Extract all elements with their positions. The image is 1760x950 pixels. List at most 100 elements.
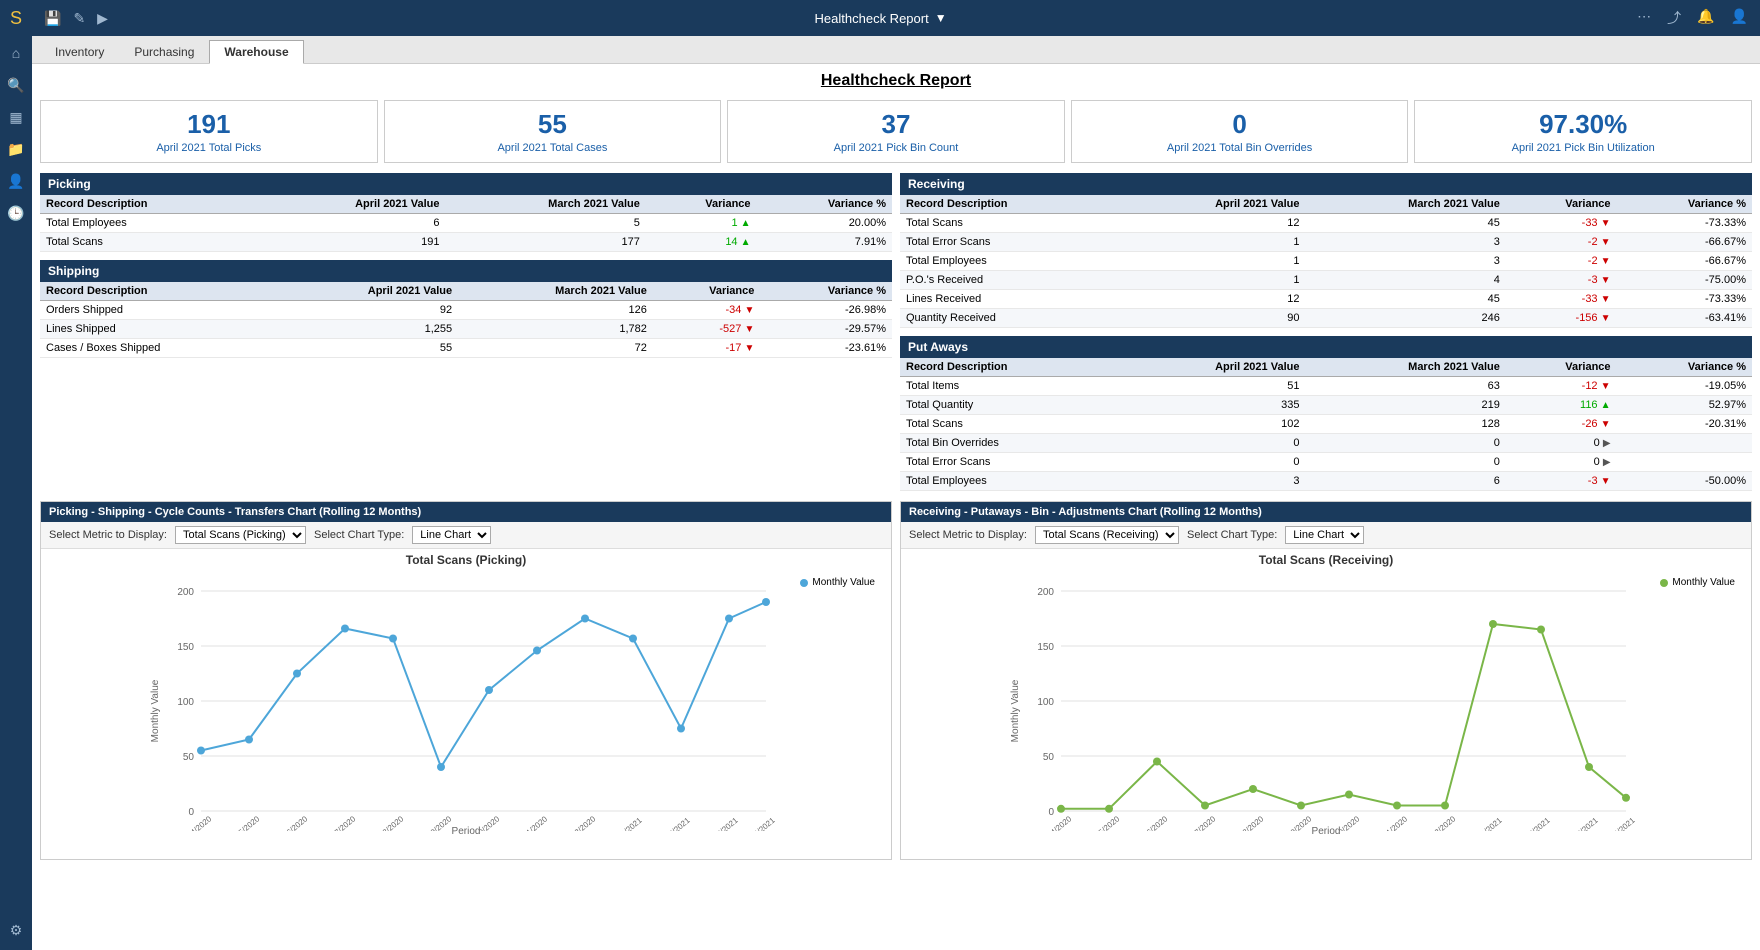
- svg-text:1/2021: 1/2021: [619, 815, 644, 831]
- kpi-pick-bin-count-value: 37: [740, 109, 1052, 140]
- table-row: Total Employees13 -2 ▼-66.67%: [900, 252, 1752, 271]
- svg-text:12/2020: 12/2020: [1429, 814, 1457, 831]
- chart-picking-title: Total Scans (Picking): [45, 553, 887, 567]
- chart-type-select-right[interactable]: Line Chart: [1285, 526, 1364, 544]
- svg-text:200: 200: [1037, 587, 1054, 598]
- table-row: Cases / Boxes Shipped 55 72 -17 ▼ -23.61…: [40, 339, 892, 358]
- chart-type-select-left[interactable]: Line Chart: [412, 526, 491, 544]
- settings-icon[interactable]: ⚙: [4, 918, 28, 942]
- chart-right-svg: 200 150 100 50 0 Monthly Value 04/2020 0…: [905, 571, 1747, 831]
- svg-text:50: 50: [183, 752, 195, 763]
- chart-left-svg: 200 150 100 50 0 Monthly Value 04/2020 0…: [45, 571, 887, 831]
- svg-text:07/2020: 07/2020: [329, 814, 357, 831]
- receiving-col-desc: Record Description: [900, 195, 1119, 214]
- chart-receiving-body: Total Scans (Receiving) Monthly Value 2: [901, 549, 1751, 859]
- folder-icon[interactable]: 📁: [4, 137, 28, 161]
- svg-text:3/2021: 3/2021: [715, 815, 740, 831]
- tab-inventory[interactable]: Inventory: [40, 40, 119, 63]
- more-icon[interactable]: ⋯: [1637, 8, 1651, 28]
- person-icon[interactable]: 👤: [4, 169, 28, 193]
- svg-text:2/2021: 2/2021: [1527, 815, 1552, 831]
- svg-text:Monthly Value: Monthly Value: [1010, 679, 1021, 742]
- chart-type-label-left: Select Chart Type:: [314, 529, 404, 541]
- svg-text:05/2020: 05/2020: [1093, 814, 1121, 831]
- title-dropdown-icon[interactable]: ▼: [935, 11, 947, 25]
- chart-left-legend: Monthly Value: [800, 577, 875, 588]
- home-icon[interactable]: ⌂: [4, 41, 28, 65]
- receiving-col-varp: Variance %: [1617, 195, 1752, 214]
- kpi-bin-overrides: 0 April 2021 Total Bin Overrides: [1071, 100, 1409, 163]
- edit-icon[interactable]: ✎: [73, 10, 85, 27]
- receiving-col-var: Variance: [1506, 195, 1617, 214]
- receiving-col-mar: March 2021 Value: [1305, 195, 1505, 214]
- svg-text:150: 150: [177, 642, 194, 653]
- clock-icon[interactable]: 🕒: [4, 201, 28, 225]
- svg-text:11/2020: 11/2020: [522, 814, 550, 831]
- search-icon[interactable]: 🔍: [4, 73, 28, 97]
- kpi-pick-bin-count: 37 April 2021 Pick Bin Count: [727, 100, 1065, 163]
- putaways-table: Record Description April 2021 Value Marc…: [900, 358, 1752, 491]
- save-icon[interactable]: 💾: [44, 10, 61, 27]
- right-tables: Receiving Record Description April 2021 …: [900, 173, 1752, 491]
- chart-right-legend: Monthly Value: [1660, 577, 1735, 588]
- picking-col-varp: Variance %: [757, 195, 892, 214]
- user-icon[interactable]: 👤: [1731, 8, 1748, 28]
- receiving-table: Record Description April 2021 Value Marc…: [900, 195, 1752, 328]
- svg-text:100: 100: [1037, 697, 1054, 708]
- table-row: Total Items5163 -12 ▼-19.05%: [900, 377, 1752, 396]
- kpi-total-picks-label: April 2021 Total Picks: [53, 142, 365, 154]
- chart-type-label-right: Select Chart Type:: [1187, 529, 1277, 541]
- tables-row-1: Picking Record Description April 2021 Va…: [40, 173, 1752, 491]
- svg-text:08/2020: 08/2020: [377, 814, 405, 831]
- svg-text:3/2021: 3/2021: [1575, 815, 1600, 831]
- chart-receiving-controls: Select Metric to Display: Total Scans (R…: [901, 522, 1751, 549]
- table-row: Total Scans102128 -26 ▼-20.31%: [900, 415, 1752, 434]
- shipping-col-mar: March 2021 Value: [458, 282, 653, 301]
- tab-purchasing[interactable]: Purchasing: [119, 40, 209, 63]
- chart-picking: Picking - Shipping - Cycle Counts - Tran…: [40, 501, 892, 860]
- chart-receiving-title: Total Scans (Receiving): [905, 553, 1747, 567]
- bell-icon[interactable]: 🔔: [1697, 8, 1714, 28]
- svg-text:1/2021: 1/2021: [1479, 815, 1504, 831]
- tab-warehouse[interactable]: Warehouse: [209, 40, 303, 64]
- putaways-col-apr: April 2021 Value: [1119, 358, 1305, 377]
- kpi-total-cases-value: 55: [397, 109, 709, 140]
- run-icon[interactable]: ▶: [97, 10, 108, 27]
- chart-picking-body: Total Scans (Picking) Monthly Value 200: [41, 549, 891, 859]
- picking-table: Record Description April 2021 Value Marc…: [40, 195, 892, 252]
- kpi-bin-overrides-label: April 2021 Total Bin Overrides: [1084, 142, 1396, 154]
- svg-text:2/2021: 2/2021: [667, 815, 692, 831]
- svg-text:50: 50: [1043, 752, 1055, 763]
- svg-text:06/2020: 06/2020: [1141, 814, 1169, 831]
- table-row: Total Scans1245 -33 ▼-73.33%: [900, 214, 1752, 233]
- table-row: Lines Shipped 1,255 1,782 -527 ▼ -29.57%: [40, 320, 892, 339]
- putaways-col-mar: March 2021 Value: [1305, 358, 1505, 377]
- svg-text:100: 100: [177, 697, 194, 708]
- picking-col-mar: March 2021 Value: [445, 195, 645, 214]
- kpi-total-picks-value: 191: [53, 109, 365, 140]
- app-logo-icon: S: [10, 8, 22, 29]
- metric-select-right[interactable]: Total Scans (Receiving): [1035, 526, 1179, 544]
- svg-text:4/2021: 4/2021: [1612, 815, 1637, 831]
- grid-icon[interactable]: ▦: [4, 105, 28, 129]
- metric-select-left[interactable]: Total Scans (Picking): [175, 526, 306, 544]
- chart-receiving: Receiving - Putaways - Bin - Adjustments…: [900, 501, 1752, 860]
- picking-col-var: Variance: [646, 195, 757, 214]
- share-icon[interactable]: ⤴: [1667, 8, 1681, 28]
- kpi-bin-utilization: 97.30% April 2021 Pick Bin Utilization: [1414, 100, 1752, 163]
- chart-picking-header: Picking - Shipping - Cycle Counts - Tran…: [41, 502, 891, 522]
- kpi-total-cases: 55 April 2021 Total Cases: [384, 100, 722, 163]
- putaways-col-varp: Variance %: [1617, 358, 1752, 377]
- svg-text:0: 0: [1048, 807, 1054, 818]
- tabs-bar: Inventory Purchasing Warehouse: [32, 36, 1760, 64]
- table-row: Total Employees36 -3 ▼-50.00%: [900, 472, 1752, 491]
- chart-receiving-header: Receiving - Putaways - Bin - Adjustments…: [901, 502, 1751, 522]
- svg-text:11/2020: 11/2020: [1382, 814, 1410, 831]
- table-row: Lines Received1245 -33 ▼-73.33%: [900, 290, 1752, 309]
- table-row: Total Employees 6 5 1 ▲ 20.00%: [40, 214, 892, 233]
- shipping-col-apr: April 2021 Value: [277, 282, 458, 301]
- kpi-total-picks: 191 April 2021 Total Picks: [40, 100, 378, 163]
- kpi-bin-overrides-value: 0: [1084, 109, 1396, 140]
- svg-text:08/2020: 08/2020: [1237, 814, 1265, 831]
- picking-col-desc: Record Description: [40, 195, 259, 214]
